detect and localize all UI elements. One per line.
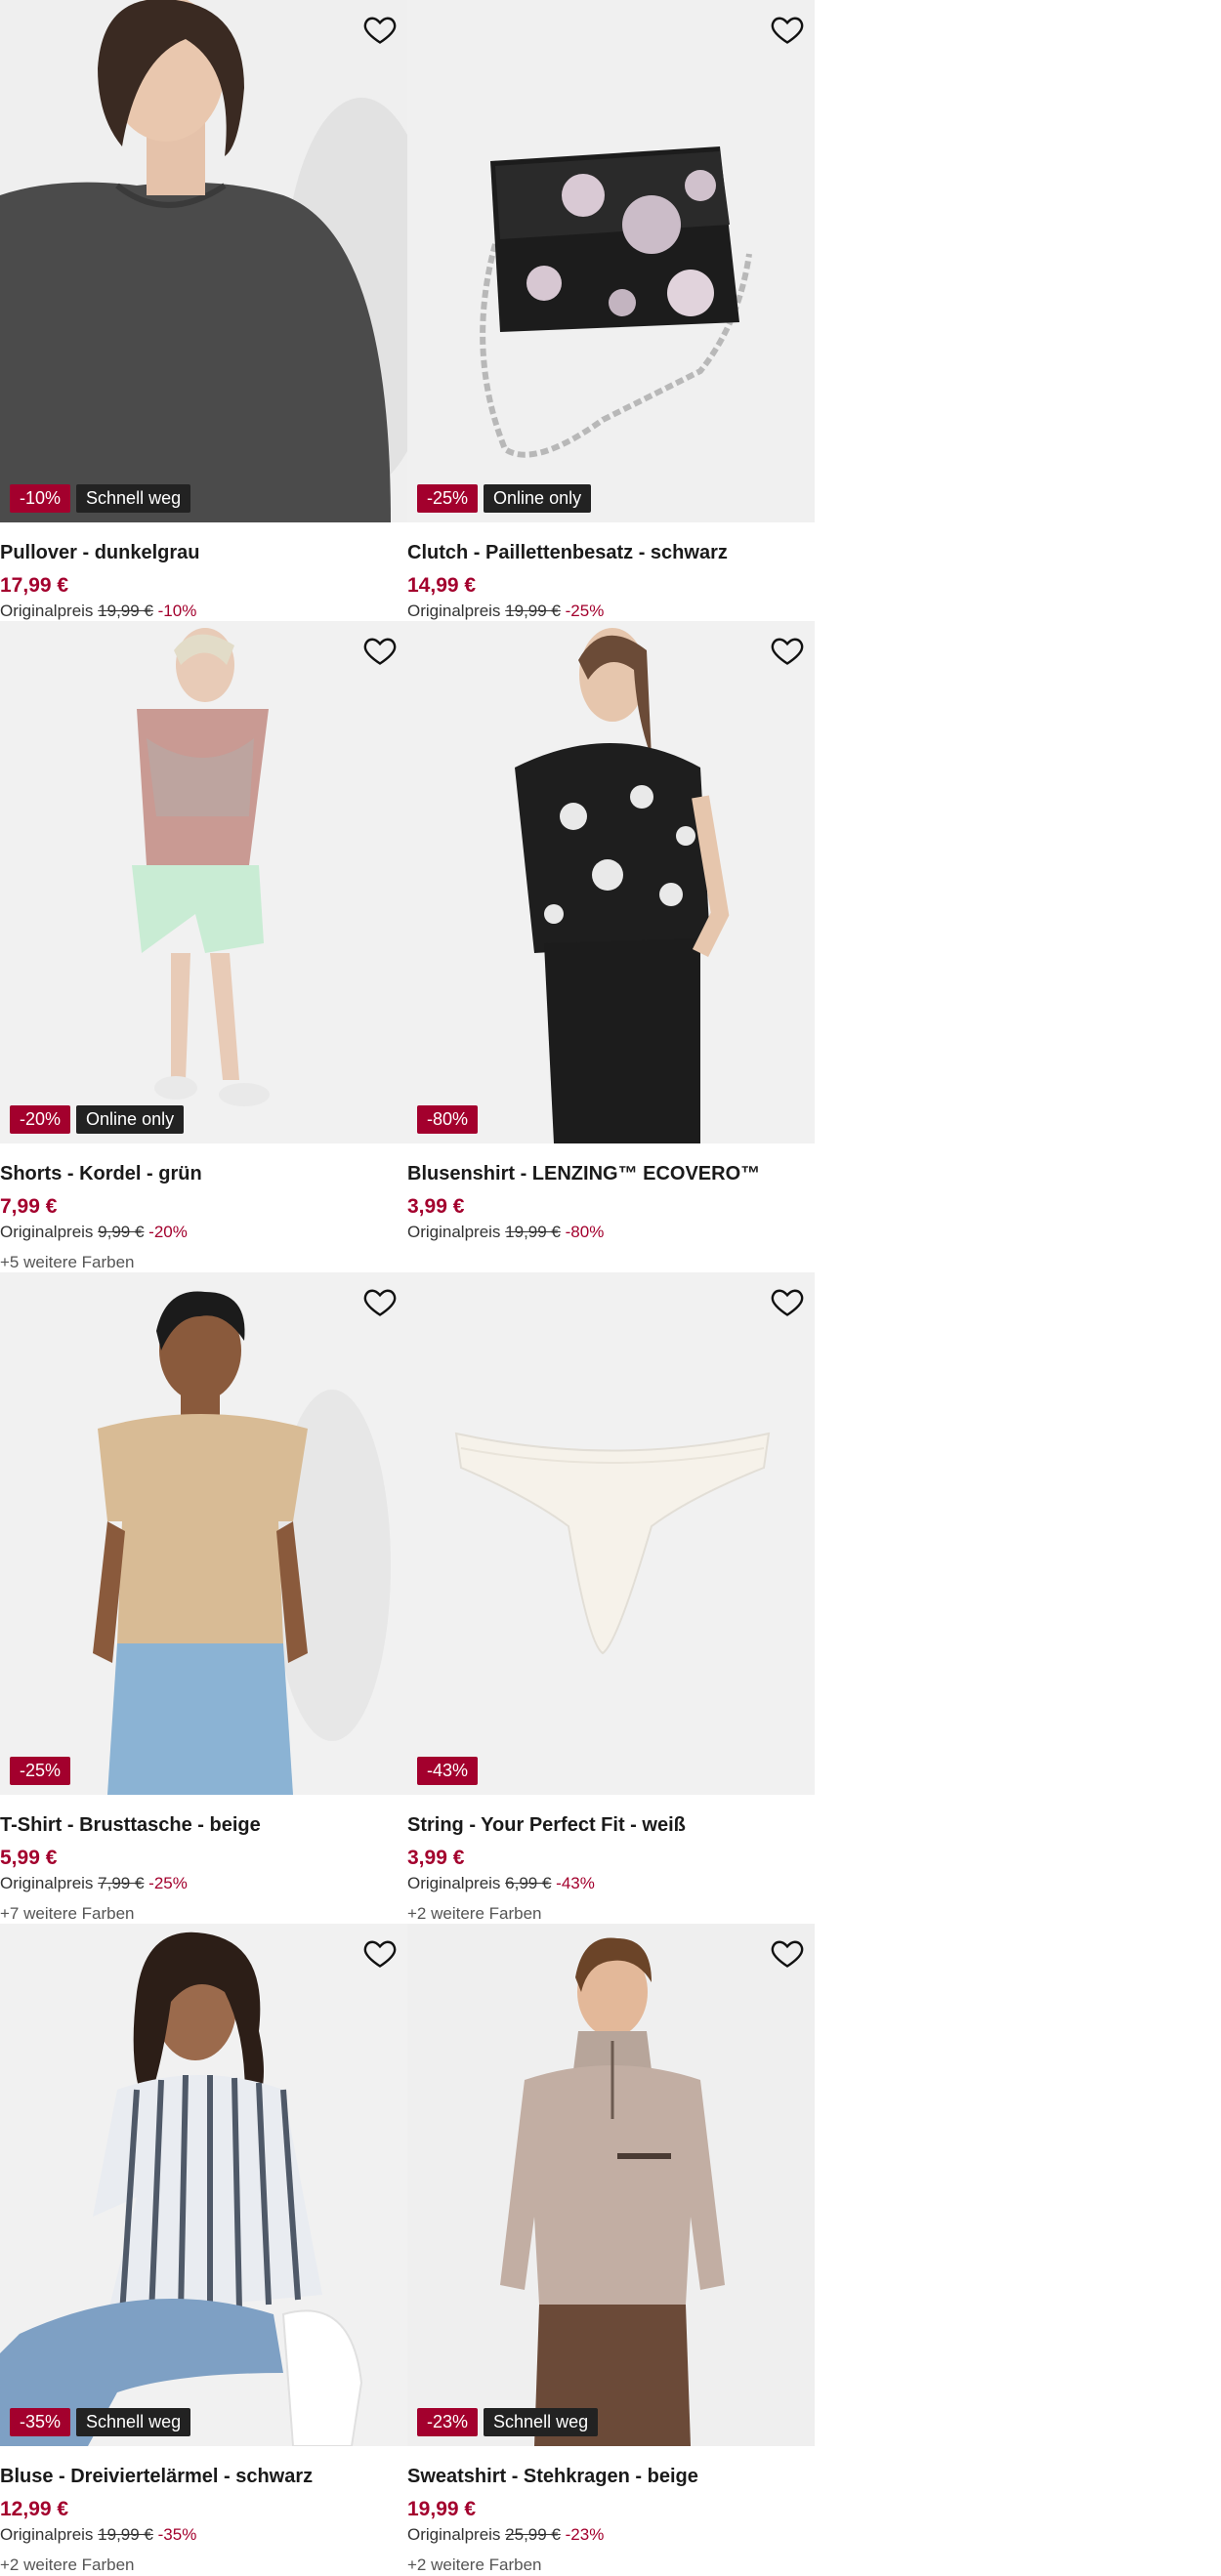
product-price: 14,99 € bbox=[407, 574, 477, 597]
heart-outline-icon[interactable] bbox=[770, 1935, 805, 1971]
discount-badge: -35% bbox=[10, 2408, 71, 2436]
badge-group: -35% Schnell weg bbox=[10, 2408, 191, 2436]
product-title[interactable]: Shorts - Kordel - grün bbox=[0, 1159, 407, 1188]
product-card[interactable]: -10% Schnell weg Pullover - dunkelgrau 1… bbox=[0, 0, 407, 621]
discount-badge: -23% bbox=[417, 2408, 479, 2436]
discount-percent: -10% bbox=[157, 602, 197, 620]
product-title[interactable]: String - Your Perfect Fit - weiß bbox=[407, 1810, 815, 1840]
badge-group: -43% bbox=[417, 1757, 479, 1785]
discount-badge: -20% bbox=[10, 1105, 71, 1134]
discount-badge: -25% bbox=[10, 1757, 71, 1785]
badge-group: -23% Schnell weg bbox=[417, 2408, 599, 2436]
more-colors-link[interactable]: +2 weitere Farben bbox=[407, 1903, 815, 1925]
original-price-label: Originalpreis bbox=[0, 1223, 94, 1241]
original-price-line: Originalpreis 19,99 € -10% bbox=[0, 601, 407, 622]
product-image[interactable]: -43% bbox=[407, 1272, 815, 1795]
product-title[interactable]: Clutch - Paillettenbesatz - schwarz bbox=[407, 538, 815, 567]
discount-percent: -43% bbox=[556, 1874, 595, 1892]
discount-percent: -25% bbox=[148, 1874, 188, 1892]
product-card[interactable]: -80% Blusenshirt - LENZING™ ECOVERO™ 3,9… bbox=[407, 621, 815, 1272]
product-card[interactable]: -43% String - Your Perfect Fit - weiß 3,… bbox=[407, 1272, 815, 1924]
product-image[interactable]: -25% bbox=[0, 1272, 407, 1795]
original-price: 9,99 € bbox=[98, 1223, 145, 1241]
original-price-line: Originalpreis 25,99 € -23% bbox=[407, 2524, 815, 2546]
original-price-line: Originalpreis 19,99 € -35% bbox=[0, 2524, 407, 2546]
original-price-label: Originalpreis bbox=[0, 602, 94, 620]
badge-group: -20% Online only bbox=[10, 1105, 185, 1134]
product-image[interactable]: -10% Schnell weg bbox=[0, 0, 407, 522]
info-badge: Online only bbox=[484, 484, 592, 513]
product-card[interactable]: -20% Online only Shorts - Kordel - grün … bbox=[0, 621, 407, 1272]
original-price: 19,99 € bbox=[505, 1223, 561, 1241]
product-price: 3,99 € bbox=[407, 1847, 465, 1869]
discount-badge: -43% bbox=[417, 1757, 479, 1785]
product-title[interactable]: Blusenshirt - LENZING™ ECOVERO™ bbox=[407, 1159, 815, 1188]
info-badge: Online only bbox=[76, 1105, 185, 1134]
discount-percent: -20% bbox=[148, 1223, 188, 1241]
heart-outline-icon[interactable] bbox=[362, 12, 398, 47]
discount-badge: -25% bbox=[417, 484, 479, 513]
product-title[interactable]: Sweatshirt - Stehkragen - beige bbox=[407, 2462, 815, 2491]
badge-group: -25% bbox=[10, 1757, 71, 1785]
product-title[interactable]: T-Shirt - Brusttasche - beige bbox=[0, 1810, 407, 1840]
info-badge: Schnell weg bbox=[484, 2408, 599, 2436]
heart-outline-icon[interactable] bbox=[770, 12, 805, 47]
product-title[interactable]: Bluse - Dreiviertelärmel - schwarz bbox=[0, 2462, 407, 2491]
info-badge: Schnell weg bbox=[76, 2408, 191, 2436]
badge-group: -10% Schnell weg bbox=[10, 484, 191, 513]
product-image[interactable]: -35% Schnell weg bbox=[0, 1924, 407, 2446]
product-price: 5,99 € bbox=[0, 1847, 58, 1869]
product-card[interactable]: -35% Schnell weg Bluse - Dreiviertelärme… bbox=[0, 1924, 407, 2576]
discount-percent: -35% bbox=[157, 2525, 197, 2544]
more-colors-link[interactable]: +5 weitere Farben bbox=[0, 1252, 407, 1273]
original-price-label: Originalpreis bbox=[407, 2525, 501, 2544]
original-price: 19,99 € bbox=[98, 602, 153, 620]
discount-percent: -80% bbox=[565, 1223, 605, 1241]
product-card[interactable]: -23% Schnell weg Sweatshirt - Stehkragen… bbox=[407, 1924, 815, 2576]
product-image[interactable]: -80% bbox=[407, 621, 815, 1143]
heart-outline-icon[interactable] bbox=[770, 633, 805, 668]
original-price: 19,99 € bbox=[505, 602, 561, 620]
product-image[interactable]: -25% Online only bbox=[407, 0, 815, 522]
product-card[interactable]: -25% Online only Clutch - Paillettenbesa… bbox=[407, 0, 815, 621]
original-price: 25,99 € bbox=[505, 2525, 561, 2544]
original-price: 7,99 € bbox=[98, 1874, 145, 1892]
heart-outline-icon[interactable] bbox=[362, 1935, 398, 1971]
original-price: 6,99 € bbox=[505, 1874, 552, 1892]
original-price: 19,99 € bbox=[98, 2525, 153, 2544]
product-title[interactable]: Pullover - dunkelgrau bbox=[0, 538, 407, 567]
product-card[interactable]: -25% T-Shirt - Brusttasche - beige 5,99 … bbox=[0, 1272, 407, 1924]
product-price: 3,99 € bbox=[407, 1195, 465, 1218]
original-price-line: Originalpreis 6,99 € -43% bbox=[407, 1873, 815, 1894]
product-image[interactable]: -23% Schnell weg bbox=[407, 1924, 815, 2446]
discount-percent: -23% bbox=[565, 2525, 605, 2544]
discount-percent: -25% bbox=[565, 602, 605, 620]
product-image[interactable]: -20% Online only bbox=[0, 621, 407, 1143]
original-price-line: Originalpreis 9,99 € -20% bbox=[0, 1222, 407, 1243]
product-price: 7,99 € bbox=[0, 1195, 58, 1218]
original-price-label: Originalpreis bbox=[407, 602, 501, 620]
original-price-label: Originalpreis bbox=[407, 1874, 501, 1892]
product-price: 17,99 € bbox=[0, 574, 69, 597]
original-price-line: Originalpreis 19,99 € -80% bbox=[407, 1222, 815, 1243]
badge-group: -25% Online only bbox=[417, 484, 592, 513]
badge-group: -80% bbox=[417, 1105, 479, 1134]
heart-outline-icon[interactable] bbox=[362, 633, 398, 668]
info-badge: Schnell weg bbox=[76, 484, 191, 513]
original-price-label: Originalpreis bbox=[0, 1874, 94, 1892]
more-colors-link[interactable]: +2 weitere Farben bbox=[0, 2555, 407, 2576]
original-price-line: Originalpreis 7,99 € -25% bbox=[0, 1873, 407, 1894]
product-price: 12,99 € bbox=[0, 2498, 69, 2520]
original-price-label: Originalpreis bbox=[407, 1223, 501, 1241]
discount-badge: -80% bbox=[417, 1105, 479, 1134]
original-price-label: Originalpreis bbox=[0, 2525, 94, 2544]
more-colors-link[interactable]: +2 weitere Farben bbox=[407, 2555, 815, 2576]
original-price-line: Originalpreis 19,99 € -25% bbox=[407, 601, 815, 622]
heart-outline-icon[interactable] bbox=[770, 1284, 805, 1319]
product-price: 19,99 € bbox=[407, 2498, 477, 2520]
discount-badge: -10% bbox=[10, 484, 71, 513]
more-colors-link[interactable]: +7 weitere Farben bbox=[0, 1903, 407, 1925]
heart-outline-icon[interactable] bbox=[362, 1284, 398, 1319]
